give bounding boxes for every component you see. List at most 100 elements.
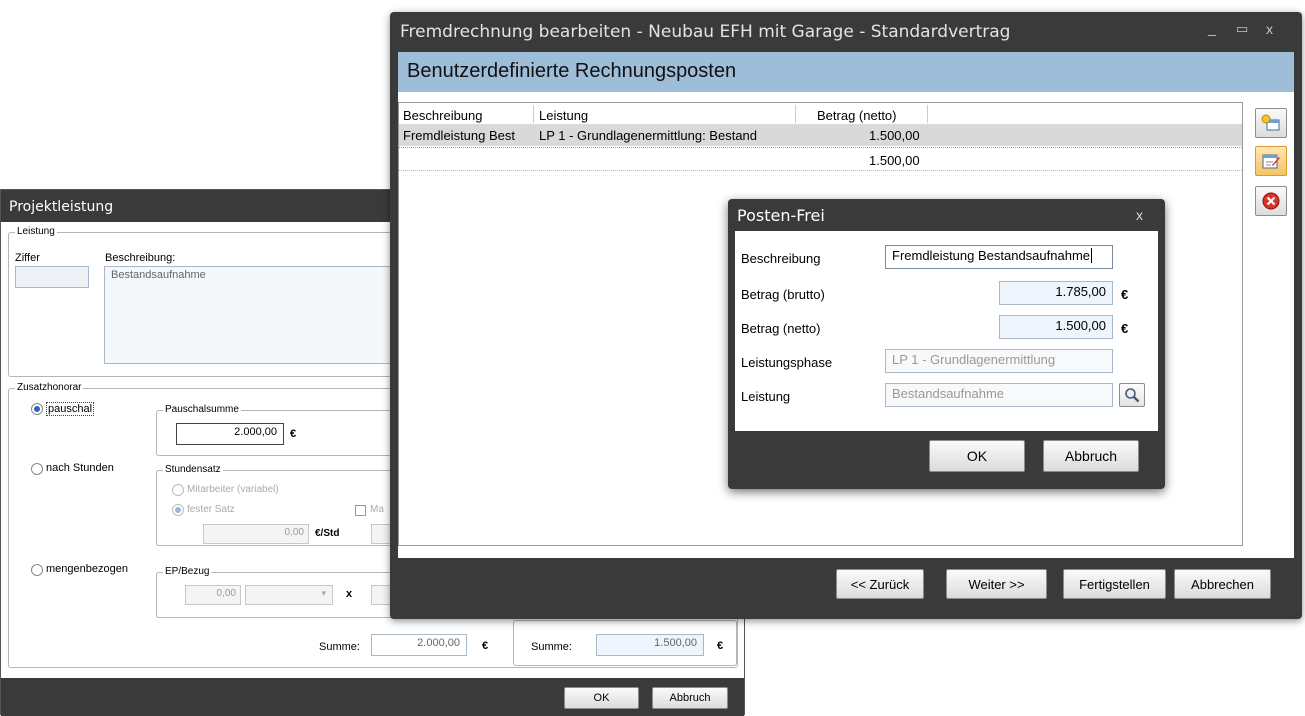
dialog-leistung-label: Leistung [741, 389, 791, 404]
posten-frei-titlebar[interactable]: Posten-Frei x [728, 199, 1165, 231]
pauschal-radio[interactable] [31, 403, 43, 415]
dialog-leistung-value: Bestandsaufnahme [892, 386, 1005, 401]
nach-stunden-radio[interactable] [31, 463, 43, 475]
dialog-close-icon[interactable]: x [1136, 207, 1143, 223]
col-divider [795, 105, 796, 123]
close-icon[interactable]: x [1266, 21, 1273, 37]
dialog-brutto-currency: € [1121, 287, 1129, 302]
add-posten-button[interactable] [1255, 108, 1287, 138]
dialog-phase-value: LP 1 - Grundlagenermittlung [892, 352, 1056, 367]
add-icon [1261, 114, 1280, 131]
summe2-value: 1.500,00 [654, 637, 697, 649]
dialog-beschreibung-input[interactable]: Fremdleistung Bestandsaufnahme [885, 245, 1113, 269]
text-cursor [1091, 248, 1093, 263]
summe2-field: 1.500,00 [596, 634, 704, 656]
leistung-search-button[interactable] [1119, 383, 1145, 407]
edit-posten-button[interactable] [1255, 146, 1287, 176]
summe-label: Summe: [319, 641, 360, 653]
row-leistung: LP 1 - Grundlagenermittlung: Bestand [539, 128, 758, 143]
posten-frei-dialog: Posten-Frei x Beschreibung Fremdleistung… [728, 199, 1165, 489]
dialog-netto-input[interactable]: 1.500,00 [999, 315, 1113, 339]
minimize-icon[interactable]: _ [1208, 20, 1216, 36]
projektleistung-title: Projektleistung [9, 199, 114, 215]
summe2-label: Summe: [531, 641, 572, 653]
pauschal-label[interactable]: pauschal [46, 402, 95, 416]
ziffer-label: Ziffer [15, 252, 40, 264]
leistung-legend: Leistung [15, 226, 57, 237]
col-divider [927, 105, 928, 123]
abbruch-button[interactable]: Abbruch [652, 687, 728, 709]
grid-header: Beschreibung Leistung Betrag (netto) [399, 103, 1242, 125]
dialog-phase-label: Leistungsphase [741, 355, 833, 370]
dialog-netto-currency: € [1121, 321, 1129, 336]
pauschalsumme-input[interactable]: 2.000,00 [176, 423, 284, 445]
summe-currency: € [482, 640, 489, 652]
row-beschreibung: Fremdleistung Best [403, 128, 515, 143]
page-header: Benutzerdefinierte Rechnungsposten [407, 60, 737, 82]
maximize-icon[interactable]: ▭ [1236, 21, 1248, 37]
abbrechen-button[interactable]: Abbrechen [1174, 569, 1271, 599]
ep-bezug-legend: EP/Bezug [163, 566, 212, 577]
col-header-beschreibung[interactable]: Beschreibung [403, 108, 483, 123]
chevron-down-icon: ▾ [321, 588, 326, 598]
search-icon [1125, 388, 1140, 403]
dialog-brutto-value: 1.785,00 [1055, 284, 1106, 299]
fremdrechnung-title: Fremdrechnung bearbeiten - Neubau EFH mi… [400, 22, 1011, 42]
dialog-phase-field: LP 1 - Grundlagenermittlung [885, 349, 1113, 373]
projektleistung-footer: OK Abbruch [1, 678, 744, 716]
mengenbezogen-radio[interactable] [31, 564, 43, 576]
mengenbezogen-label[interactable]: mengenbezogen [46, 563, 128, 575]
ep-input[interactable]: 0,00 [185, 585, 241, 605]
dialog-beschreibung-label: Beschreibung [741, 251, 821, 266]
posten-frei-body: Beschreibung Fremdleistung Bestandsaufna… [735, 231, 1158, 431]
pauschalsumme-value: 2.000,00 [234, 426, 277, 438]
nach-stunden-label[interactable]: nach Stunden [46, 462, 114, 474]
zurueck-button[interactable]: << Zurück [836, 569, 924, 599]
col-divider [533, 105, 534, 123]
dialog-abbruch-button[interactable]: Abbruch [1043, 440, 1139, 472]
mitarbeiter-label[interactable]: Mitarbeiter (variabel) [187, 484, 279, 495]
pauschalsumme-currency: € [290, 428, 297, 440]
mitarbeiter-radio[interactable] [172, 484, 184, 496]
ok-button[interactable]: OK [564, 687, 639, 709]
edit-icon [1262, 154, 1280, 169]
total-row: 1.500,00 [399, 147, 1242, 171]
delete-icon [1262, 192, 1280, 210]
col-header-leistung[interactable]: Leistung [539, 108, 588, 123]
stundensatz-value: 0,00 [284, 527, 304, 538]
dialog-leistung-field: Bestandsaufnahme [885, 383, 1113, 407]
header-band: Benutzerdefinierte Rechnungsposten [398, 52, 1294, 92]
table-row[interactable]: Fremdleistung Best LP 1 - Grundlagenermi… [399, 124, 1242, 146]
dialog-netto-value: 1.500,00 [1055, 318, 1106, 333]
fester-satz-label[interactable]: fester Satz [187, 504, 235, 515]
fremdrechnung-titlebar[interactable]: Fremdrechnung bearbeiten - Neubau EFH mi… [390, 12, 1302, 52]
beschreibung-label: Beschreibung: [105, 252, 176, 264]
times-symbol: x [346, 588, 353, 600]
col-header-betrag[interactable]: Betrag (netto) [817, 108, 897, 123]
dialog-brutto-label: Betrag (brutto) [741, 287, 825, 302]
dialog-brutto-input[interactable]: 1.785,00 [999, 281, 1113, 305]
weiter-button[interactable]: Weiter >> [946, 569, 1047, 599]
summe-field: 2.000,00 [371, 634, 467, 656]
bezug-select[interactable]: ▾ [245, 585, 333, 605]
dialog-beschreibung-value: Fremdleistung Bestandsaufnahme [892, 248, 1091, 263]
posten-frei-title: Posten-Frei [737, 206, 825, 225]
ziffer-field[interactable] [15, 266, 89, 288]
row-betrag: 1.500,00 [869, 128, 920, 143]
zusatzhonorar-legend: Zusatzhonorar [15, 382, 84, 393]
fester-satz-radio[interactable] [172, 504, 184, 516]
ma-label: Ma [370, 504, 384, 515]
ma-checkbox[interactable] [355, 505, 366, 516]
stundensatz-legend: Stundensatz [163, 464, 223, 475]
fertigstellen-button[interactable]: Fertigstellen [1063, 569, 1166, 599]
delete-posten-button[interactable] [1255, 186, 1287, 216]
ep-value: 0,00 [216, 588, 236, 599]
total-betrag: 1.500,00 [869, 153, 920, 168]
dialog-ok-button[interactable]: OK [929, 440, 1025, 472]
per-hour-unit: €/Std [315, 528, 340, 539]
dialog-netto-label: Betrag (netto) [741, 321, 821, 336]
pauschalsumme-legend: Pauschalsumme [163, 404, 241, 415]
summe-value: 2.000,00 [417, 637, 460, 649]
stundensatz-input[interactable]: 0,00 [203, 524, 309, 544]
beschreibung-value: Bestandsaufnahme [111, 269, 206, 281]
